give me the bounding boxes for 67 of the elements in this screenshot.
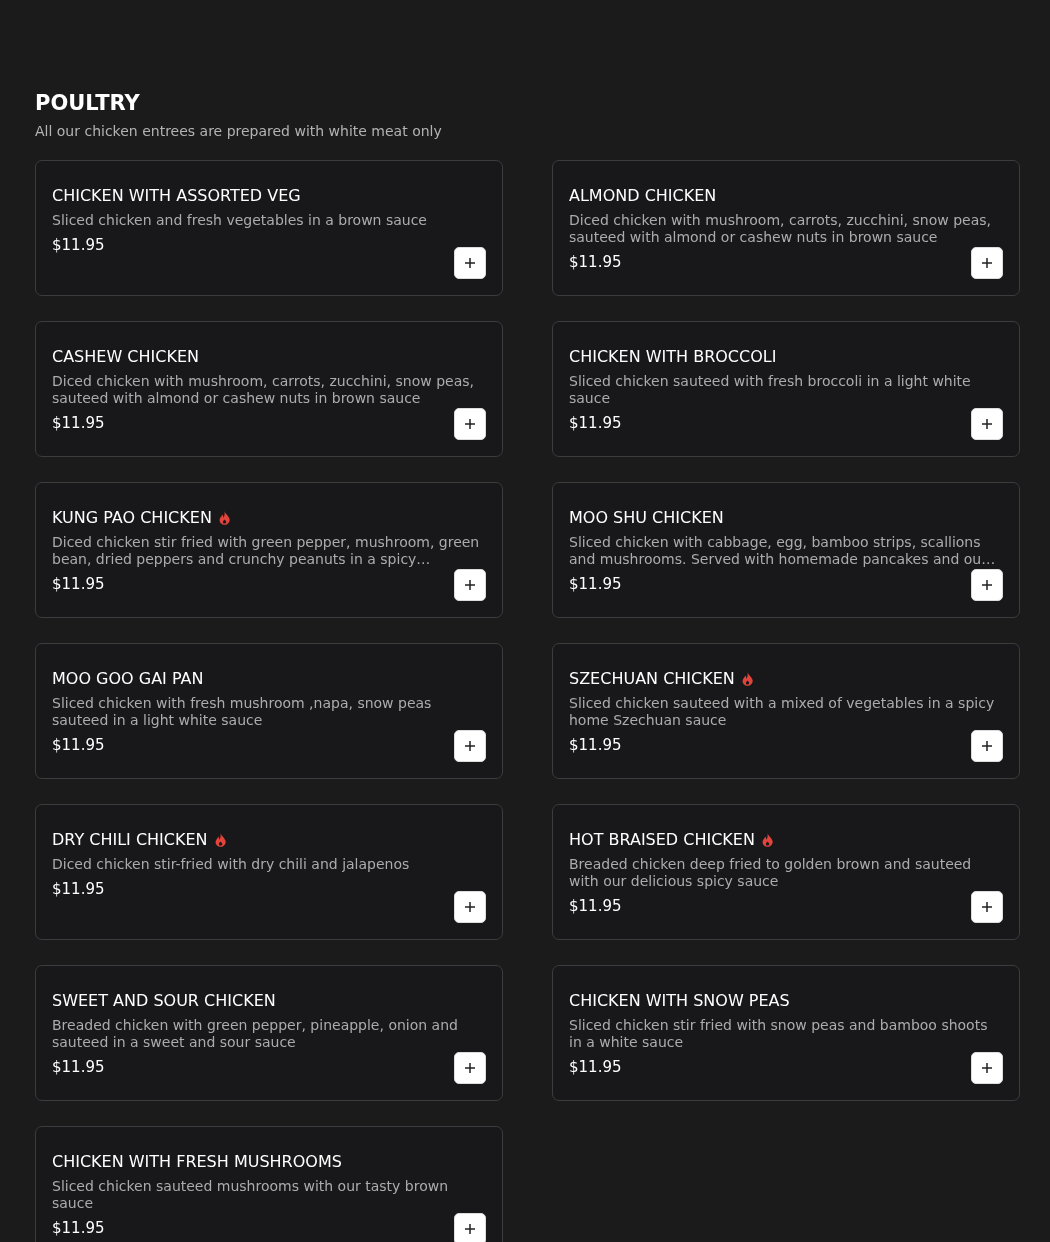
plus-icon [465, 1224, 475, 1234]
item-name: CASHEW CHICKEN [52, 347, 199, 367]
item-name: HOT BRAISED CHICKEN [569, 830, 755, 850]
item-name: SZECHUAN CHICKEN [569, 669, 735, 689]
item-description: Breaded chicken deep fried to golden brown and sauteed with our delicious spicy sauce [569, 856, 973, 890]
add-button[interactable] [971, 1052, 1003, 1084]
add-button[interactable] [971, 891, 1003, 923]
plus-icon [465, 258, 475, 268]
item-price: $11.95 [52, 1218, 105, 1238]
item-name: CHICKEN WITH SNOW PEAS [569, 991, 790, 1011]
item-description: Sliced chicken sauteed with fresh broccoli in a light white sauce [569, 373, 972, 407]
item-name: CHICKEN WITH ASSORTED VEG [52, 186, 301, 206]
item-price: $11.95 [569, 896, 622, 916]
add-button[interactable] [971, 247, 1003, 279]
add-button[interactable] [971, 408, 1003, 440]
item-price: $11.95 [52, 413, 105, 433]
item-price: $11.95 [52, 1057, 105, 1077]
add-button[interactable] [971, 569, 1003, 601]
item-description: Sliced chicken and fresh vegetables in a brown sauce [52, 212, 428, 229]
item-price: $11.95 [569, 252, 622, 272]
add-button[interactable] [454, 408, 486, 440]
plus-icon [465, 419, 475, 429]
add-button[interactable] [971, 730, 1003, 762]
item-description: Diced chicken stir fried with green pepper, mushroom, green bean, dried peppers and crunchy peanuts in a spicy… [52, 534, 481, 568]
section-subtitle: All our chicken entrees are prepared with white meat only [35, 122, 442, 140]
section-title: POULTRY [35, 90, 140, 116]
item-description: Diced chicken with mushroom, carrots, zucchini, snow peas, sauteed with almond or cashew nuts in brown sauce [52, 373, 475, 407]
plus-icon [982, 419, 992, 429]
plus-icon [465, 580, 475, 590]
add-button[interactable] [454, 1213, 486, 1242]
plus-icon [465, 741, 475, 751]
plus-icon [982, 902, 992, 912]
plus-icon [982, 580, 992, 590]
plus-icon [982, 741, 992, 751]
add-button[interactable] [454, 569, 486, 601]
item-price: $11.95 [569, 1057, 622, 1077]
add-button[interactable] [454, 247, 486, 279]
item-price: $11.95 [569, 574, 622, 594]
item-description: Diced chicken with mushroom, carrots, zucchini, snow peas, sauteed with almond or cashew nuts in brown sauce [569, 212, 992, 246]
add-button[interactable] [454, 891, 486, 923]
item-price: $11.95 [569, 735, 622, 755]
item-description: Sliced chicken with fresh mushroom ,napa, snow peas sauteed in a light white sauce [52, 695, 433, 729]
item-description: Sliced chicken sauteed mushrooms with our tasty brown sauce [52, 1178, 450, 1212]
item-price: $11.95 [52, 735, 105, 755]
item-price: $11.95 [52, 574, 105, 594]
item-name: ALMOND CHICKEN [569, 186, 717, 206]
item-name: CHICKEN WITH BROCCOLI [569, 347, 777, 367]
item-name: MOO GOO GAI PAN [52, 669, 204, 689]
plus-icon [982, 258, 992, 268]
item-description: Sliced chicken sauteed with a mixed of vegetables in a spicy home Szechuan sauce [569, 695, 996, 729]
item-price: $11.95 [52, 235, 105, 255]
item-description: Sliced chicken with cabbage, egg, bamboo strips, scallions and mushrooms. Served with homemade pancakes and ou… [569, 534, 997, 568]
add-button[interactable] [454, 1052, 486, 1084]
item-description: Diced chicken stir-fried with dry chili and jalapenos [52, 856, 411, 873]
item-description: Breaded chicken with green pepper, pineapple, onion and sauteed in a sweet and sour sauce [52, 1017, 459, 1051]
add-button[interactable] [454, 730, 486, 762]
item-name: DRY CHILI CHICKEN [52, 830, 208, 850]
item-name: MOO SHU CHICKEN [569, 508, 724, 528]
item-name: KUNG PAO CHICKEN [52, 508, 212, 528]
plus-icon [982, 1063, 992, 1073]
item-price: $11.95 [52, 879, 105, 899]
item-name: CHICKEN WITH FRESH MUSHROOMS [52, 1152, 342, 1172]
item-description: Sliced chicken stir fried with snow peas and bamboo shoots in a white sauce [569, 1017, 989, 1051]
item-name: SWEET AND SOUR CHICKEN [52, 991, 276, 1011]
plus-icon [465, 1063, 475, 1073]
item-price: $11.95 [569, 413, 622, 433]
plus-icon [465, 902, 475, 912]
